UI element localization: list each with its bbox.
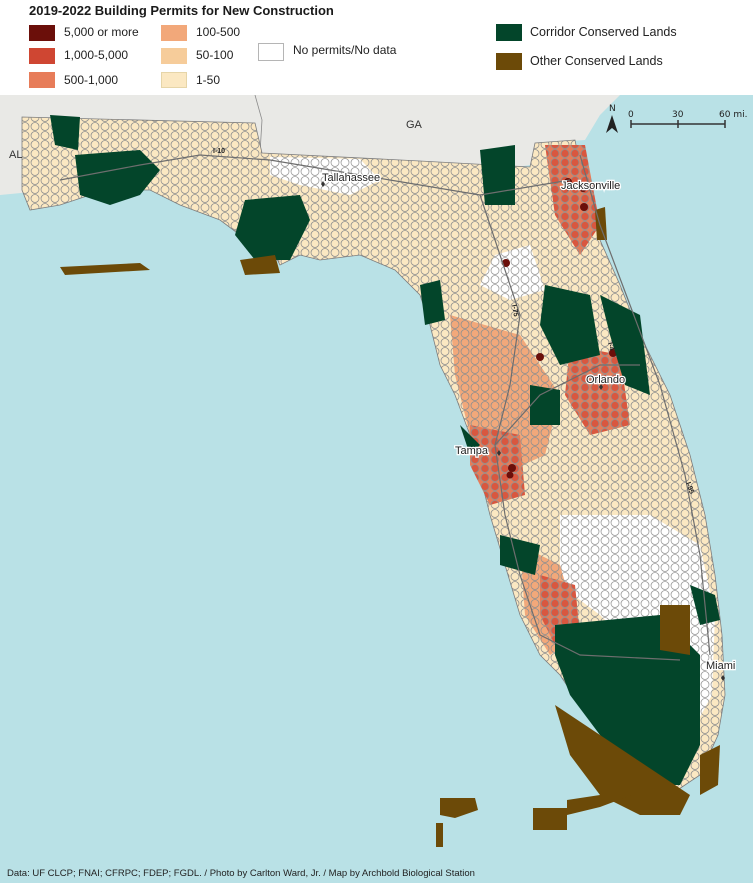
florida-map[interactable]: AL GA I-10 I-75 I-4 I-95 Tallahassee Jac… (0, 95, 753, 868)
swatch-50-100 (161, 48, 187, 64)
scale-tick-30: 30 (672, 110, 684, 120)
legend-title: 2019-2022 Building Permits for New Const… (29, 3, 334, 18)
legend-label-5000-plus: 5,000 or more (64, 25, 139, 39)
north-arrow-label: N (609, 104, 616, 114)
legend-label-1000-5000: 1,000-5,000 (64, 48, 129, 62)
legend-panel: 2019-2022 Building Permits for New Const… (0, 0, 753, 95)
scale-bar: 0 30 60 mi. (628, 110, 747, 128)
legend-label-no-data: No permits/No data (293, 43, 397, 57)
map-credit: Data: UF CLCP; FNAI; CFRPC; FDEP; FGDL. … (7, 868, 475, 879)
legend-label-1-50: 1-50 (196, 73, 221, 87)
legend-label-100-500: 100-500 (196, 25, 241, 39)
state-label-al: AL (9, 149, 22, 161)
swatch-corridor-conserved (496, 24, 522, 41)
legend-label-500-1000: 500-1,000 (64, 73, 119, 87)
state-label-ga: GA (406, 119, 423, 131)
legend-label-corridor-conserved: Corridor Conserved Lands (530, 25, 677, 39)
swatch-no-data (258, 43, 284, 61)
legend-label-50-100: 50-100 (196, 48, 234, 62)
highway-label-i10: I-10 (213, 148, 225, 155)
legend-label-other-conserved: Other Conserved Lands (530, 54, 663, 68)
city-jacksonville[interactable]: Jacksonville (560, 179, 622, 194)
swatch-5000-plus (29, 25, 55, 41)
north-arrow: N (606, 104, 618, 133)
scale-tick-0: 0 (628, 110, 634, 120)
swatch-other-conserved (496, 53, 522, 70)
swatch-1000-5000 (29, 48, 55, 64)
city-label-tampa: Tampa (455, 445, 489, 457)
city-label-orlando: Orlando (586, 374, 625, 386)
swatch-100-500 (161, 25, 187, 41)
scale-tick-60: 60 mi. (719, 110, 747, 120)
swatch-500-1000 (29, 72, 55, 88)
north-arrow-icon (606, 115, 618, 133)
swatch-1-50 (161, 72, 187, 88)
city-label-tallahassee: Tallahassee (322, 172, 380, 184)
city-label-miami: Miami (706, 660, 735, 672)
city-label-jacksonville: Jacksonville (561, 180, 620, 192)
